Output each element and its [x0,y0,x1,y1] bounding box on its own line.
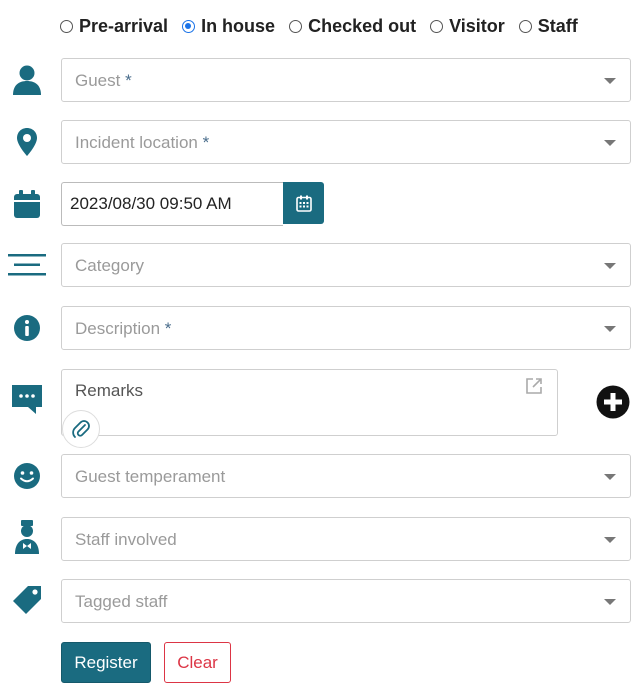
radio-circle[interactable] [289,19,303,33]
info-icon [8,309,46,347]
category-lines-icon [8,246,46,284]
staff-involved-select[interactable]: Staff involved [61,517,631,561]
radio-circle[interactable] [60,19,73,33]
tagged-staff-select[interactable]: Tagged staff [61,579,631,623]
remarks-textarea[interactable]: Remarks [61,369,558,436]
location-pin-icon [8,123,46,161]
incident-location-placeholder: Incident location * [75,133,210,152]
attach-file-button[interactable] [62,410,100,448]
chevron-down-icon [604,326,616,332]
staff-icon [8,518,46,556]
chevron-down-icon [604,474,616,480]
user-icon [8,61,46,99]
tagged-staff-placeholder: Tagged staff [75,592,168,611]
add-circle-icon [596,385,630,419]
radio-label: Visitor [449,15,505,36]
chevron-down-icon [604,599,616,605]
radio-label: In house [201,15,276,36]
remarks-placeholder: Remarks [75,381,144,400]
radio-label: Staff [537,15,578,36]
radio-checked-out[interactable]: Checked out [289,16,416,37]
chevron-down-icon [604,537,616,543]
datetime-input[interactable]: 2023/08/30 09:50 AM [61,182,283,226]
guest-temperament-placeholder: Guest temperament [75,467,226,486]
attach-icon [72,420,90,438]
add-remark-button[interactable] [596,385,630,419]
radio-circle[interactable] [430,19,444,33]
chevron-down-icon [604,263,616,269]
radio-label: Pre-arrival [79,15,169,36]
radio-visitor[interactable]: Visitor [430,16,505,37]
guest-select[interactable]: Guest * [61,58,631,102]
category-placeholder: Category [75,256,144,275]
description-placeholder: Description * [75,319,172,338]
clear-button[interactable]: Clear [164,642,231,683]
datetime-picker-button[interactable] [283,182,324,224]
incident-location-select[interactable]: Incident location * [61,120,631,164]
chevron-down-icon [604,140,616,146]
category-select[interactable]: Category [61,243,631,287]
calendar-icon [8,185,46,223]
description-select[interactable]: Description * [61,306,631,350]
radio-label: Checked out [308,15,417,36]
expand-icon[interactable] [525,377,543,400]
register-button[interactable]: Register [61,642,151,683]
calendar-small-icon [295,195,312,212]
radio-circle[interactable] [182,19,196,33]
staff-involved-placeholder: Staff involved [75,530,177,549]
guest-temperament-select[interactable]: Guest temperament [61,454,631,498]
guest-placeholder: Guest * [75,71,132,90]
chat-icon [8,380,46,418]
radio-pre-arrival[interactable]: Pre-arrival [60,16,168,37]
smiley-icon [8,457,46,495]
radio-staff[interactable]: Staff [518,15,578,37]
guest-type-radio-group: Pre-arrival In house Checked out Visitor… [60,12,592,40]
radio-circle[interactable] [518,19,532,33]
chevron-down-icon [604,78,616,84]
tag-icon [8,581,46,619]
radio-in-house[interactable]: In house [182,16,275,37]
